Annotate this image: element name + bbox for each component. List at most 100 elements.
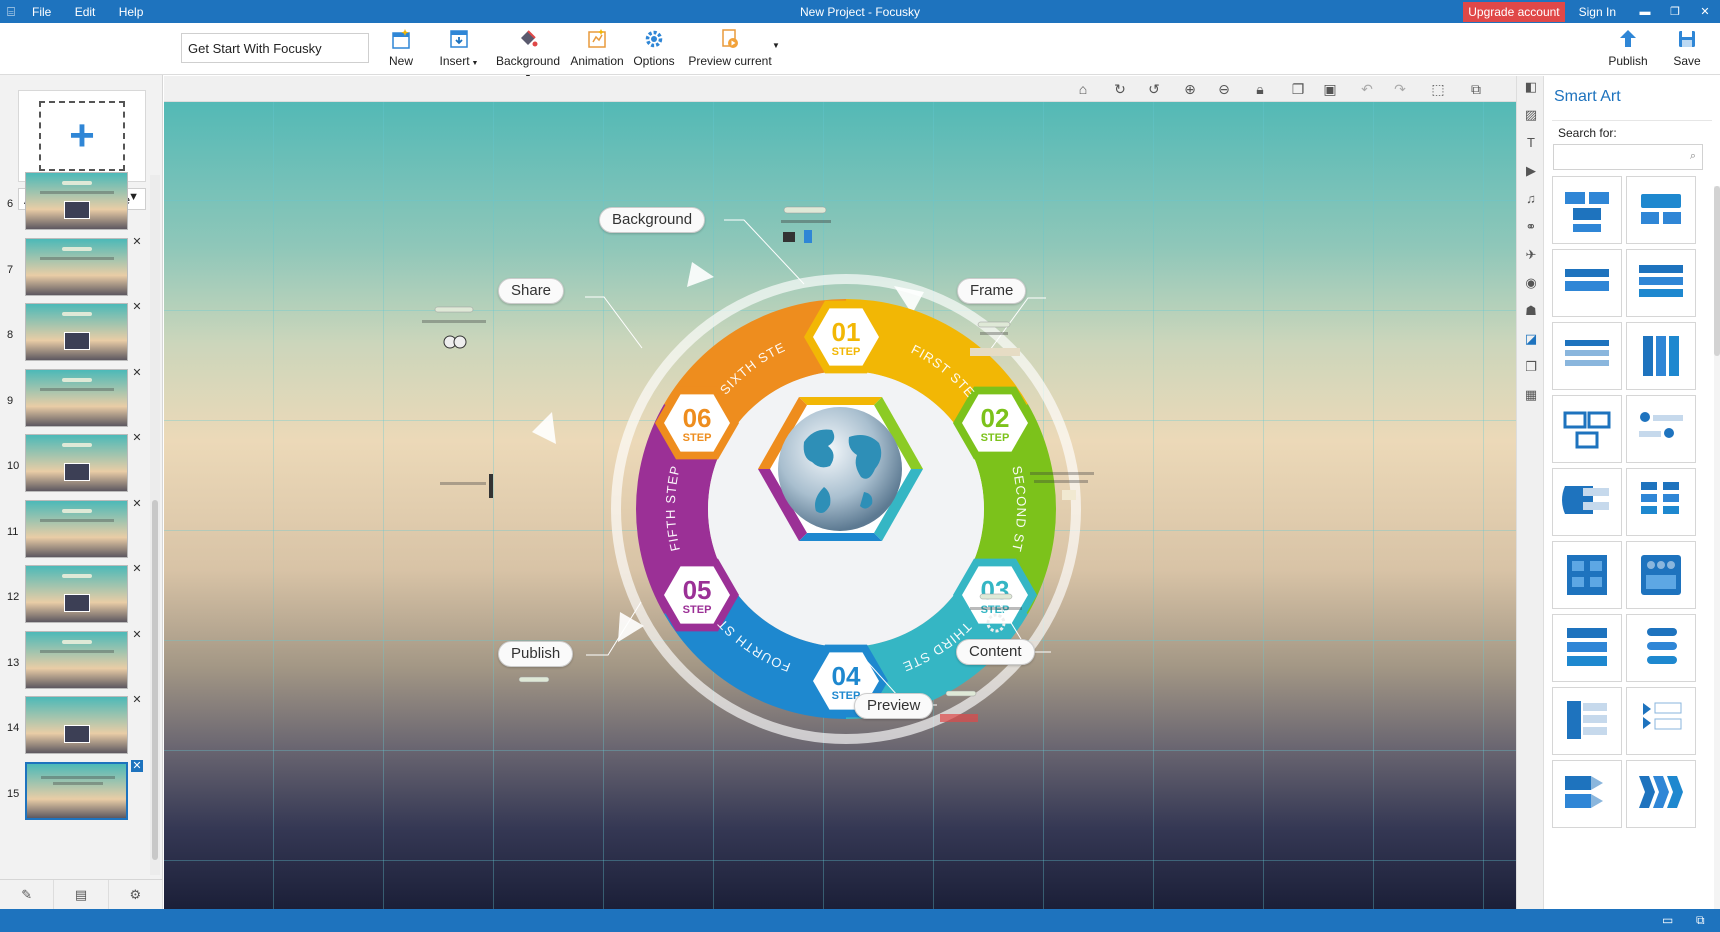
smart-art-template[interactable] <box>1552 395 1622 463</box>
presentation-icon[interactable]: ▭ <box>1662 913 1673 927</box>
scrollbar-thumb[interactable] <box>1714 186 1720 356</box>
delete-frame-icon[interactable]: ✕ <box>131 367 143 379</box>
thumbnail-preview[interactable] <box>25 238 128 296</box>
layout-icon[interactable]: ▦ <box>1522 386 1540 404</box>
select-all-icon[interactable]: ⬚ <box>1429 80 1447 98</box>
smart-art-template[interactable] <box>1552 468 1622 536</box>
thumbnail-row[interactable]: 10 ✕ <box>0 432 150 496</box>
music-icon[interactable]: ♫ <box>1522 190 1540 208</box>
smart-art-icon[interactable]: ◪ <box>1522 330 1540 348</box>
image-icon[interactable]: ▨ <box>1522 106 1540 124</box>
thumbnail-preview[interactable] <box>25 565 128 623</box>
smart-art-template[interactable] <box>1626 249 1696 317</box>
delete-frame-icon[interactable]: ✕ <box>131 498 143 510</box>
home-icon[interactable]: ⌂ <box>1074 80 1092 98</box>
delete-frame-icon[interactable]: ✕ <box>131 301 143 313</box>
undo-icon[interactable]: ↶ <box>1358 80 1376 98</box>
smart-art-template[interactable] <box>1552 687 1622 755</box>
redo-icon[interactable]: ↷ <box>1391 80 1409 98</box>
smart-art-template[interactable] <box>1552 614 1622 682</box>
smart-art-template[interactable] <box>1626 322 1696 390</box>
options-button[interactable]: Options <box>632 27 676 68</box>
smart-art-template[interactable] <box>1552 322 1622 390</box>
animation-button[interactable]: Animation <box>570 27 624 68</box>
preview-dropdown-icon[interactable]: ▼ <box>772 41 780 50</box>
people-icon[interactable]: ☗ <box>1522 302 1540 320</box>
publish-button[interactable]: Publish <box>1604 27 1652 68</box>
delete-frame-icon[interactable]: ✕ <box>131 432 143 444</box>
thumbnail-row[interactable]: 11 ✕ <box>0 498 150 562</box>
label-share[interactable]: Share <box>498 278 565 304</box>
settings-icon[interactable]: ⚙ <box>109 880 163 909</box>
preview-current-button[interactable]: Preview current <box>688 27 772 68</box>
smart-art-template[interactable] <box>1552 541 1622 609</box>
scrollbar-thumb[interactable] <box>152 500 158 860</box>
thumbnail-preview[interactable] <box>25 631 128 689</box>
thumbnail-row[interactable]: 13 ✕ <box>0 629 150 693</box>
add-frame-button[interactable]: + <box>18 90 146 182</box>
label-publish[interactable]: Publish <box>498 641 574 667</box>
plane-icon[interactable]: ✈ <box>1522 246 1540 264</box>
thumbnail-scrollbar[interactable] <box>150 175 160 875</box>
smart-art-template[interactable] <box>1626 760 1696 828</box>
menu-edit[interactable]: Edit <box>75 5 96 19</box>
zoom-in-icon[interactable]: ⊕ <box>1181 80 1199 98</box>
delete-frame-icon[interactable]: ✕ <box>131 694 143 706</box>
delete-frame-icon[interactable]: ✕ <box>131 563 143 575</box>
notes-icon[interactable]: ▤ <box>54 880 109 909</box>
thumbnail-preview[interactable] <box>25 369 128 427</box>
menu-file[interactable]: File <box>32 5 51 19</box>
rotate-left-icon[interactable]: ↺ <box>1145 80 1163 98</box>
panel-scrollbar[interactable] <box>1714 186 1720 909</box>
thumbnail-preview[interactable] <box>25 172 128 230</box>
label-preview[interactable]: Preview <box>854 693 934 719</box>
rotate-right-icon[interactable]: ↻ <box>1111 80 1129 98</box>
delete-frame-icon[interactable]: ✕ <box>131 629 143 641</box>
insert-button[interactable]: Insert ▼ <box>438 27 480 68</box>
copy-icon[interactable]: ❐ <box>1289 80 1307 98</box>
thumbnail-row-selected[interactable]: 15 ✕ <box>0 760 150 824</box>
save-button[interactable]: Save <box>1670 27 1704 68</box>
window-mode-icon[interactable]: ⧉ <box>1696 913 1705 928</box>
delete-frame-icon[interactable]: ✕ <box>131 760 143 772</box>
fullscreen-icon[interactable]: ⧉ <box>1467 80 1485 98</box>
smart-art-template[interactable] <box>1552 176 1622 244</box>
label-frame[interactable]: Frame <box>957 278 1027 304</box>
thumbnail-row[interactable]: 9 ✕ <box>0 367 150 431</box>
compass-icon[interactable]: ◉ <box>1522 274 1540 292</box>
label-background[interactable]: Background <box>599 207 706 233</box>
text-icon[interactable]: T <box>1522 134 1540 152</box>
new-button[interactable]: New <box>386 27 416 68</box>
thumbnail-preview[interactable] <box>25 434 128 492</box>
lock-icon[interactable]: 🔒︎ <box>1251 80 1269 98</box>
restore-icon[interactable]: ❐ <box>1660 5 1690 18</box>
smart-art-search-input[interactable]: ⌕ <box>1553 144 1703 170</box>
upgrade-account-button[interactable]: Upgrade account <box>1463 1 1565 22</box>
close-icon[interactable]: ✕ <box>1690 5 1720 18</box>
zoom-out-icon[interactable]: ⊖ <box>1215 80 1233 98</box>
smart-art-template[interactable] <box>1552 249 1622 317</box>
smart-art-template[interactable] <box>1552 760 1622 828</box>
smart-art-template[interactable] <box>1626 468 1696 536</box>
background-button[interactable]: Background ▼ <box>492 27 564 82</box>
shapes-icon[interactable]: ◧ <box>1522 78 1540 96</box>
smart-art-template[interactable] <box>1626 614 1696 682</box>
thumbnail-preview[interactable] <box>25 762 128 820</box>
smart-art-template[interactable] <box>1626 541 1696 609</box>
thumbnail-row[interactable]: 12 ✕ <box>0 563 150 627</box>
video-icon[interactable]: ▶ <box>1522 162 1540 180</box>
minimize-icon[interactable]: ▬ <box>1630 6 1660 18</box>
smart-art-template[interactable] <box>1626 176 1696 244</box>
thumbnail-row[interactable]: 14 ✕ <box>0 694 150 758</box>
paste-icon[interactable]: ▣ <box>1321 80 1339 98</box>
smart-art-template[interactable] <box>1626 687 1696 755</box>
sign-in-link[interactable]: Sign In <box>1579 5 1616 19</box>
menu-help[interactable]: Help <box>119 5 144 19</box>
edit-frame-icon[interactable]: ✎ <box>0 880 55 909</box>
smart-art-template[interactable] <box>1626 395 1696 463</box>
thumbnail-preview[interactable] <box>25 303 128 361</box>
thumbnail-row[interactable]: 7 ✕ <box>0 236 150 300</box>
link-icon[interactable]: ⚭ <box>1522 218 1540 236</box>
layers-icon[interactable]: ❐ <box>1522 358 1540 376</box>
label-content[interactable]: Content <box>956 639 1035 665</box>
